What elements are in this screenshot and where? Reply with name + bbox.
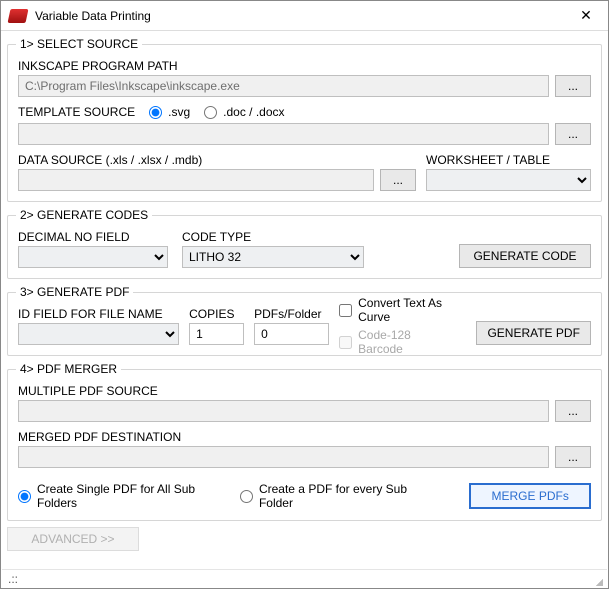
close-icon: ✕ — [580, 7, 592, 24]
template-source-input[interactable] — [18, 123, 549, 145]
merge-radio-single-label: Create Single PDF for All Sub Folders — [37, 482, 218, 510]
worksheet-label: WORKSHEET / TABLE — [426, 153, 591, 167]
template-radio-svg-label: .svg — [168, 105, 190, 119]
convert-curve-checkbox[interactable]: Convert Text As Curve — [339, 296, 456, 324]
section2-legend: 2> GENERATE CODES — [16, 208, 152, 222]
section-select-source: 1> SELECT SOURCE INKSCAPE PROGRAM PATH .… — [7, 37, 602, 202]
merged-dest-label: MERGED PDF DESTINATION — [18, 430, 591, 444]
inkscape-path-label: INKSCAPE PROGRAM PATH — [18, 59, 591, 73]
merge-radio-every-input[interactable] — [240, 490, 253, 503]
template-browse-button[interactable]: ... — [555, 123, 591, 145]
ellipsis-icon: ... — [568, 450, 578, 464]
ellipsis-icon: ... — [393, 173, 403, 187]
merged-dest-browse-button[interactable]: ... — [555, 446, 591, 468]
section-generate-pdf: 3> GENERATE PDF ID FIELD FOR FILE NAME C… — [7, 285, 602, 356]
data-source-label: DATA SOURCE (.xls / .xlsx / .mdb) — [18, 153, 416, 167]
ellipsis-icon: ... — [568, 79, 578, 93]
codetype-label: CODE TYPE — [182, 230, 364, 244]
window-title: Variable Data Printing — [35, 9, 564, 23]
section-generate-codes: 2> GENERATE CODES DECIMAL NO FIELD CODE … — [7, 208, 602, 279]
app-icon — [8, 9, 29, 23]
section3-legend: 3> GENERATE PDF — [16, 285, 133, 299]
copies-input[interactable] — [189, 323, 244, 345]
template-radio-svg[interactable]: .svg — [149, 105, 190, 119]
decimal-label: DECIMAL NO FIELD — [18, 230, 168, 244]
copies-label: COPIES — [189, 307, 244, 321]
status-bar: .:: — [2, 569, 607, 587]
data-source-browse-button[interactable]: ... — [380, 169, 416, 191]
section-pdf-merger: 4> PDF MERGER MULTIPLE PDF SOURCE ... ME… — [7, 362, 602, 521]
inkscape-browse-button[interactable]: ... — [555, 75, 591, 97]
ellipsis-icon: ... — [568, 127, 578, 141]
code128-label: Code-128 Barcode — [358, 328, 456, 356]
pdfsfolder-label: PDFs/Folder — [254, 307, 329, 321]
resize-grip-icon[interactable] — [591, 574, 603, 586]
client-area: 1> SELECT SOURCE INKSCAPE PROGRAM PATH .… — [1, 31, 608, 551]
convert-curve-label: Convert Text As Curve — [358, 296, 456, 324]
merge-radio-single[interactable]: Create Single PDF for All Sub Folders — [18, 482, 218, 510]
merge-radio-every-label: Create a PDF for every Sub Folder — [259, 482, 425, 510]
merged-dest-input[interactable] — [18, 446, 549, 468]
template-radio-doc-input[interactable] — [204, 106, 217, 119]
multiple-source-label: MULTIPLE PDF SOURCE — [18, 384, 591, 398]
codetype-select[interactable]: LITHO 32 — [182, 246, 364, 268]
template-radio-doc-label: .doc / .docx — [223, 105, 284, 119]
idfield-select[interactable] — [18, 323, 179, 345]
convert-curve-input[interactable] — [339, 304, 352, 317]
generate-pdf-button[interactable]: GENERATE PDF — [476, 321, 591, 345]
worksheet-select[interactable] — [426, 169, 591, 191]
section1-legend: 1> SELECT SOURCE — [16, 37, 142, 51]
code128-input — [339, 336, 352, 349]
section4-legend: 4> PDF MERGER — [16, 362, 121, 376]
pdfsfolder-input[interactable] — [254, 323, 329, 345]
advanced-button: ADVANCED >> — [7, 527, 139, 551]
multiple-source-browse-button[interactable]: ... — [555, 400, 591, 422]
close-button[interactable]: ✕ — [564, 1, 608, 30]
status-text: .:: — [6, 572, 18, 586]
title-bar: Variable Data Printing ✕ — [1, 1, 608, 31]
template-radio-svg-input[interactable] — [149, 106, 162, 119]
template-radio-doc[interactable]: .doc / .docx — [204, 105, 284, 119]
merge-radio-single-input[interactable] — [18, 490, 31, 503]
multiple-source-input[interactable] — [18, 400, 549, 422]
code128-checkbox: Code-128 Barcode — [339, 328, 456, 356]
ellipsis-icon: ... — [568, 404, 578, 418]
merge-radio-every[interactable]: Create a PDF for every Sub Folder — [240, 482, 425, 510]
data-source-input[interactable] — [18, 169, 374, 191]
decimal-select[interactable] — [18, 246, 168, 268]
generate-code-button[interactable]: GENERATE CODE — [459, 244, 591, 268]
merge-pdfs-button[interactable]: MERGE PDFs — [469, 483, 591, 509]
idfield-label: ID FIELD FOR FILE NAME — [18, 307, 179, 321]
template-source-label: TEMPLATE SOURCE — [18, 105, 135, 119]
inkscape-path-input[interactable] — [18, 75, 549, 97]
